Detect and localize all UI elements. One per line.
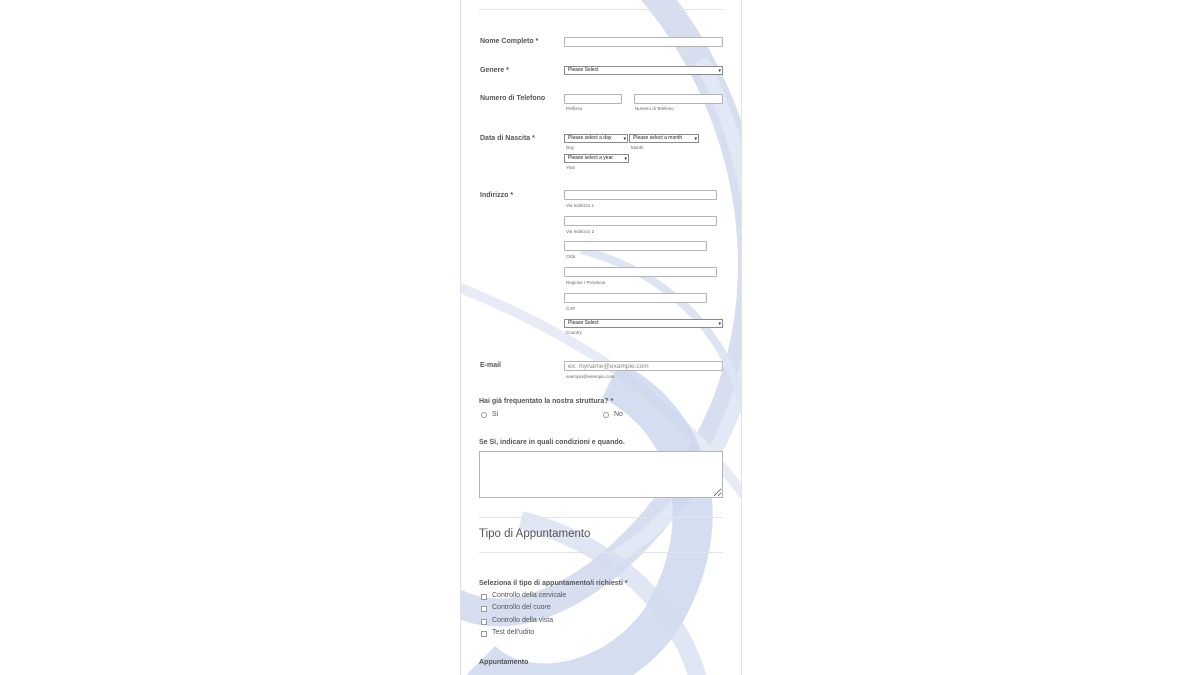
- phone-number-sublabel: Numero di Telefono: [635, 106, 674, 111]
- gender-label-text: Genere: [480, 67, 505, 74]
- email-sublabel: esempio@esempio.com: [566, 374, 615, 379]
- email-input[interactable]: ex: myname@example.com: [564, 361, 723, 371]
- appointment-type-section-title: Tipo di Appuntamento: [479, 528, 591, 540]
- birth-month-sublabel: Month: [631, 145, 644, 150]
- visited-no-radio[interactable]: [603, 412, 609, 418]
- required-asterisk: *: [532, 135, 535, 142]
- address-label: Indirizzo *: [480, 192, 513, 199]
- birth-month-select[interactable]: Please select a month ▾: [629, 134, 699, 143]
- city-input[interactable]: [564, 241, 707, 251]
- birth-day-value: Please select a day: [568, 135, 612, 141]
- phone-prefix-input[interactable]: [564, 94, 622, 104]
- address-line2-input[interactable]: [564, 216, 717, 226]
- option-vista-label[interactable]: Controllo della vista: [492, 617, 553, 624]
- required-asterisk: *: [535, 38, 539, 45]
- zip-input[interactable]: [564, 293, 707, 303]
- birth-month-value: Please select a month: [633, 135, 683, 141]
- conditions-textarea[interactable]: [479, 451, 723, 498]
- checkbox-cuore[interactable]: [481, 606, 487, 612]
- option-cuore-label[interactable]: Controllo del cuore: [492, 604, 551, 611]
- section-divider-bottom: [479, 552, 723, 553]
- full-name-label: Nome Completo *: [480, 38, 538, 45]
- address-label-text: Indirizzo: [480, 192, 509, 199]
- option-udito-label[interactable]: Test dell'udito: [492, 629, 534, 636]
- chevron-down-icon: ▾: [623, 136, 626, 142]
- birth-date-label-text: Data di Nascita: [480, 135, 531, 142]
- birth-year-select[interactable]: Please select a year ▾: [564, 154, 629, 163]
- visited-question-label: Hai già frequentato la nostra struttura?…: [479, 398, 613, 405]
- appointment-type-question-label: Seleziona il tipo di appuntamento/i rich…: [479, 580, 628, 587]
- birth-day-sublabel: Day: [566, 145, 575, 150]
- option-cervicale-label[interactable]: Controllo della cervicale: [492, 592, 566, 599]
- birth-year-value: Please select a year: [568, 155, 614, 161]
- gender-select[interactable]: Please Select ▾: [564, 66, 723, 75]
- checkbox-vista[interactable]: [481, 619, 487, 625]
- section-divider-top: [479, 517, 723, 518]
- email-label-text: E-mail: [480, 362, 502, 369]
- phone-label: Numero di Telefono: [480, 95, 545, 102]
- full-name-input[interactable]: [564, 37, 723, 47]
- phone-prefix-sublabel: Prefisso: [566, 106, 583, 111]
- region-sublabel: Regione / Provincia: [566, 280, 606, 285]
- city-sublabel: Città: [566, 254, 576, 259]
- country-sublabel: Country: [566, 330, 582, 335]
- email-label: E-mail: [480, 362, 501, 369]
- visited-yes-label[interactable]: Sì: [492, 411, 499, 418]
- country-select[interactable]: Please Select ▾: [564, 319, 723, 328]
- visited-no-label[interactable]: No: [614, 411, 623, 418]
- appointment-label: Appuntamento: [479, 659, 529, 666]
- required-asterisk: *: [510, 192, 514, 199]
- checkbox-udito[interactable]: [481, 631, 487, 637]
- gender-select-value: Please Select: [568, 67, 599, 73]
- visited-yes-radio[interactable]: [481, 412, 487, 418]
- address-line1-input[interactable]: [564, 190, 717, 200]
- chevron-down-icon: ▾: [718, 68, 721, 74]
- chevron-down-icon: ▾: [624, 156, 627, 162]
- appointment-type-question-text: Seleziona il tipo di appuntamento/i rich…: [479, 580, 623, 587]
- visited-question-text: Hai già frequentato la nostra struttura?: [479, 398, 609, 405]
- address-line2-sublabel: Via Indirizzo 2: [566, 229, 595, 234]
- region-input[interactable]: [564, 267, 717, 277]
- required-asterisk: *: [610, 398, 614, 405]
- phone-number-input[interactable]: [634, 94, 723, 104]
- zip-sublabel: CAP: [566, 306, 576, 311]
- birth-date-label: Data di Nascita *: [480, 135, 535, 142]
- birth-day-select[interactable]: Please select a day ▾: [564, 134, 628, 143]
- full-name-label-text: Nome Completo: [480, 38, 534, 45]
- conditions-label: Se Sì, indicare in quali condizioni e qu…: [479, 439, 625, 446]
- form-panel: Nome Completo * Genere * Please Select ▾…: [460, 0, 742, 675]
- required-asterisk: *: [506, 67, 509, 74]
- checkbox-cervicale[interactable]: [481, 594, 487, 600]
- address-line1-sublabel: Via Indirizzo 1: [566, 203, 595, 208]
- required-asterisk: *: [624, 580, 628, 587]
- country-select-value: Please Select: [568, 320, 599, 326]
- phone-label-text: Numero di Telefono: [480, 95, 546, 102]
- chevron-down-icon: ▾: [694, 136, 697, 142]
- chevron-down-icon: ▾: [718, 321, 721, 327]
- birth-year-sublabel: Year: [566, 165, 576, 170]
- top-divider: [479, 9, 723, 10]
- gender-label: Genere *: [480, 67, 509, 74]
